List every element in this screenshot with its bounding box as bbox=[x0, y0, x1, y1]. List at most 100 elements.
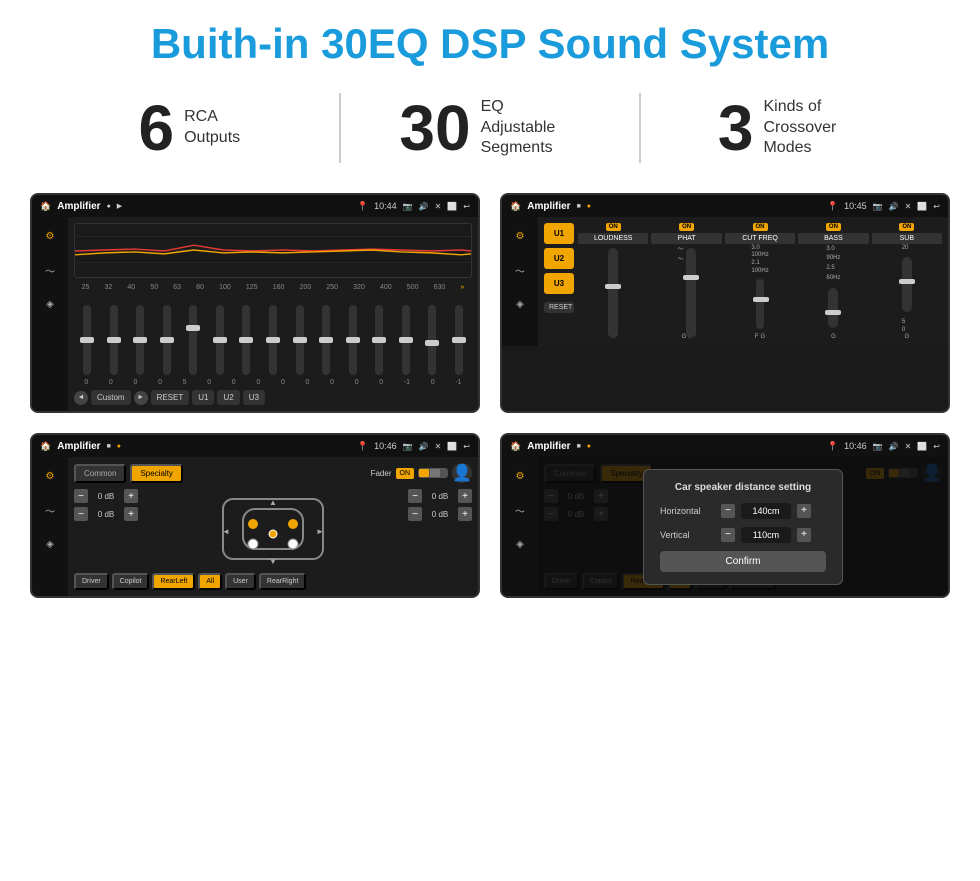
stat-rca-label: RCAOutputs bbox=[184, 107, 240, 149]
sidebar-eq-icon[interactable]: ⚙ bbox=[39, 225, 61, 247]
dialog-v-plus[interactable]: + bbox=[797, 528, 811, 542]
stat-crossover-number: 3 bbox=[718, 96, 754, 160]
channel-bass: ON BASS 3.0 90Hz 2.5 80Hz bbox=[798, 223, 868, 340]
sidebar-wave-icon-4[interactable]: 〜 bbox=[509, 499, 531, 521]
pin-icon-1: 📍 bbox=[357, 201, 368, 212]
phat-header: PHAT bbox=[651, 233, 721, 244]
home-icon-3[interactable]: 🏠 bbox=[40, 441, 51, 452]
cutfreq-slider[interactable] bbox=[756, 279, 764, 329]
sidebar-speaker-icon-2[interactable]: ◈ bbox=[509, 293, 531, 315]
sidebar-wave-icon-2[interactable]: 〜 bbox=[509, 259, 531, 281]
preset-u2[interactable]: U2 bbox=[544, 248, 574, 269]
db-plus-bl[interactable]: + bbox=[124, 507, 138, 521]
db-plus-tr[interactable]: + bbox=[458, 489, 472, 503]
amp2-reset[interactable]: RESET bbox=[544, 302, 574, 313]
preset-u3[interactable]: U3 bbox=[544, 273, 574, 294]
time-3: 10:46 bbox=[374, 441, 397, 451]
eq-u2-btn[interactable]: U2 bbox=[217, 390, 239, 405]
sidebar-eq-icon-2[interactable]: ⚙ bbox=[509, 225, 531, 247]
back-icon-2: ↩ bbox=[933, 202, 940, 211]
phat-on[interactable]: ON bbox=[679, 223, 694, 231]
status-bar-4: 🏠 Amplifier ■ ● 📍 10:46 📷 🔊 ✕ ⬜ ↩ bbox=[502, 435, 948, 457]
db-value-bl: 0 dB bbox=[91, 510, 121, 519]
svg-text:◄: ◄ bbox=[222, 527, 230, 536]
stat-rca: 6 RCAOutputs bbox=[40, 96, 339, 160]
eq-slider-12 bbox=[402, 305, 410, 375]
dot-icon-2: ■ bbox=[577, 203, 581, 210]
db-minus-tl[interactable]: − bbox=[74, 489, 88, 503]
loudness-on[interactable]: ON bbox=[606, 223, 621, 231]
db-plus-tl[interactable]: + bbox=[124, 489, 138, 503]
sidebar-eq-icon-3[interactable]: ⚙ bbox=[39, 465, 61, 487]
home-icon-2[interactable]: 🏠 bbox=[510, 201, 521, 212]
eq-prev-btn[interactable]: ◄ bbox=[74, 391, 88, 405]
btn-user[interactable]: User bbox=[225, 573, 256, 590]
fader-on-toggle[interactable]: ON bbox=[396, 468, 415, 479]
status-bar-1: 🏠 Amplifier ● ▶ 📍 10:44 📷 🔊 ✕ ⬜ ↩ bbox=[32, 195, 478, 217]
sidebar-wave-icon[interactable]: 〜 bbox=[39, 259, 61, 281]
dialog-h-plus[interactable]: + bbox=[797, 504, 811, 518]
sidebar-wave-icon-3[interactable]: 〜 bbox=[39, 499, 61, 521]
db-value-tl: 0 dB bbox=[91, 492, 121, 501]
db-plus-br[interactable]: + bbox=[458, 507, 472, 521]
eq-u1-btn[interactable]: U1 bbox=[192, 390, 214, 405]
profile-icon-3[interactable]: 👤 bbox=[452, 463, 472, 483]
svg-text:▲: ▲ bbox=[269, 498, 277, 507]
tab-common[interactable]: Common bbox=[74, 464, 126, 483]
dot-icon-4: ■ bbox=[577, 443, 581, 450]
sidebar-speaker-icon-3[interactable]: ◈ bbox=[39, 533, 61, 555]
eq-slider-11 bbox=[375, 305, 383, 375]
eq-slider-10 bbox=[349, 305, 357, 375]
left-sidebar-4: ⚙ 〜 ◈ bbox=[502, 457, 538, 596]
loudness-slider[interactable] bbox=[608, 248, 618, 338]
home-icon[interactable]: 🏠 bbox=[40, 201, 51, 212]
eq-u3-btn[interactable]: U3 bbox=[243, 390, 265, 405]
amp2-main-content: U1 U2 U3 RESET ON LOUDNESS bbox=[538, 217, 948, 346]
loudness-header: LOUDNESS bbox=[578, 233, 648, 244]
home-icon-4[interactable]: 🏠 bbox=[510, 441, 521, 452]
db-minus-tr[interactable]: − bbox=[408, 489, 422, 503]
btn-rearright[interactable]: RearRight bbox=[259, 573, 307, 590]
channel-loudness: ON LOUDNESS G bbox=[578, 223, 648, 340]
fader-label: Fader bbox=[371, 469, 392, 478]
dialog-h-minus[interactable]: − bbox=[721, 504, 735, 518]
btn-copilot[interactable]: Copilot bbox=[112, 573, 150, 590]
sub-slider[interactable] bbox=[902, 257, 912, 312]
preset-u1[interactable]: U1 bbox=[544, 223, 574, 244]
back-icon-4: ↩ bbox=[933, 442, 940, 451]
eq-slider-9 bbox=[322, 305, 330, 375]
bass-on[interactable]: ON bbox=[826, 223, 841, 231]
cutfreq-on[interactable]: ON bbox=[753, 223, 768, 231]
bass-slider[interactable] bbox=[828, 288, 838, 328]
eq-slider-4 bbox=[189, 305, 197, 375]
db-control-bl: − 0 dB + bbox=[74, 507, 138, 521]
amp2-channels: ON LOUDNESS G ON PHAT bbox=[578, 223, 942, 340]
camera-icon-3: 📷 bbox=[403, 442, 413, 451]
screenshots-grid: 🏠 Amplifier ● ▶ 📍 10:44 📷 🔊 ✕ ⬜ ↩ ⚙ 〜 ◈ bbox=[0, 183, 980, 618]
sidebar-speaker-icon-4[interactable]: ◈ bbox=[509, 533, 531, 555]
phat-slider[interactable] bbox=[686, 248, 696, 338]
app-name-3: Amplifier bbox=[57, 441, 100, 452]
sub-on[interactable]: ON bbox=[899, 223, 914, 231]
db-minus-br[interactable]: − bbox=[408, 507, 422, 521]
crossover-main-content: Common Specialty Fader ON 👤 bbox=[68, 457, 478, 596]
tab-specialty[interactable]: Specialty bbox=[130, 464, 182, 483]
dialog-vertical-value: 110cm bbox=[741, 527, 791, 543]
btn-rearleft[interactable]: RearLeft bbox=[152, 573, 195, 590]
eq-reset-btn[interactable]: RESET bbox=[151, 390, 190, 405]
stat-crossover-label: Kinds ofCrossover Modes bbox=[763, 97, 863, 159]
eq-slider-13 bbox=[428, 305, 436, 375]
eq-next-btn[interactable]: ► bbox=[134, 391, 148, 405]
btn-all[interactable]: All bbox=[198, 573, 222, 590]
dialog-v-minus[interactable]: − bbox=[721, 528, 735, 542]
db-value-br: 0 dB bbox=[425, 510, 455, 519]
sidebar-eq-icon-4[interactable]: ⚙ bbox=[509, 465, 531, 487]
confirm-button[interactable]: Confirm bbox=[660, 551, 826, 572]
eq-slider-6 bbox=[242, 305, 250, 375]
db-minus-bl[interactable]: − bbox=[74, 507, 88, 521]
stat-eq-label: EQ AdjustableSegments bbox=[481, 97, 581, 159]
sidebar-speaker-icon[interactable]: ◈ bbox=[39, 293, 61, 315]
btn-driver[interactable]: Driver bbox=[74, 573, 109, 590]
window-icon-2: ⬜ bbox=[917, 202, 927, 211]
status-bar-2: 🏠 Amplifier ■ ● 📍 10:45 📷 🔊 ✕ ⬜ ↩ bbox=[502, 195, 948, 217]
